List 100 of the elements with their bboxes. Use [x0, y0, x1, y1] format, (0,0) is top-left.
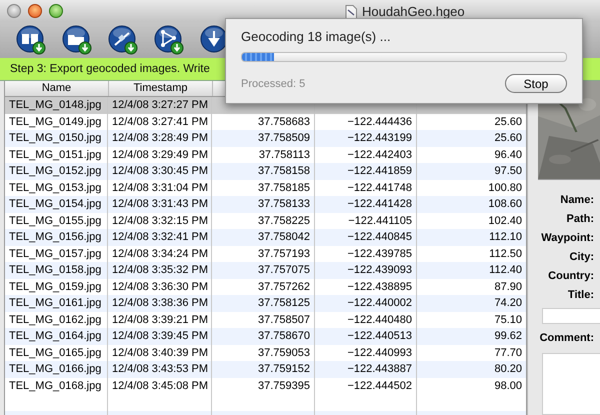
- table-cell: −122.439785: [347, 248, 412, 260]
- folder-import-button[interactable]: [62, 25, 92, 55]
- table-cell: 37.758225: [258, 214, 310, 226]
- table-cell: 37.758125: [258, 297, 310, 309]
- table-cell: −122.439093: [347, 264, 412, 276]
- table-cell: 12/4/08 3:27:27 PM: [108, 97, 212, 114]
- step-instruction: Step 3: Export geocoded images. Write: [10, 63, 210, 75]
- table-cell: TEL_MG_0148.jpg: [5, 97, 108, 114]
- table-row[interactable]: TEL_MG_0166.jpg 12/4/08 3:43:53 PM 37.759152 −122.443887 80.20: [5, 361, 526, 378]
- table-cell: −122.444502: [347, 380, 412, 392]
- table-cell: −122.440845: [347, 231, 412, 243]
- table-cell: 37.759053: [258, 346, 310, 358]
- field-label: Name:: [559, 194, 594, 208]
- table-cell: −122.440513: [347, 330, 412, 342]
- satellite-import-button[interactable]: [108, 25, 138, 55]
- table-cell: 12/4/08 3:31:43 PM: [108, 196, 212, 212]
- path-import-button[interactable]: [154, 25, 184, 55]
- field-label: Path:: [566, 213, 594, 227]
- table-row[interactable]: TEL_MG_0161.jpg 12/4/08 3:38:36 PM 37.758125 −122.440002 74.20: [5, 295, 526, 312]
- table-cell: 37.758133: [258, 198, 310, 210]
- table-cell: 25.60: [494, 116, 522, 128]
- table-cell: −122.441748: [347, 182, 412, 194]
- table-cell: 37.758670: [258, 330, 310, 342]
- progress-title: Geocoding 18 image(s) ...: [241, 29, 392, 44]
- table-cell: 112.50: [489, 248, 522, 260]
- table-cell: 37.759395: [258, 380, 310, 392]
- table-cell: 77.70: [494, 346, 522, 358]
- table-cell: 12/4/08 3:35:32 PM: [108, 262, 212, 278]
- table-cell: −122.441859: [347, 165, 412, 177]
- table-cell: 80.20: [494, 363, 522, 375]
- table-cell: 108.60: [488, 198, 522, 210]
- window-title: HoudahGeo.hgeo: [362, 4, 465, 19]
- table-cell: TEL_MG_0154.jpg: [5, 196, 108, 212]
- table-cell: 37.759152: [258, 363, 310, 375]
- table-row[interactable]: TEL_MG_0168.jpg 12/4/08 3:45:08 PM 37.759395 −122.444502 98.00: [5, 378, 526, 394]
- table-cell: 37.758042: [258, 231, 310, 243]
- table-cell: 25.60: [494, 132, 522, 144]
- table-cell: 37.757075: [258, 264, 310, 276]
- table-cell: 87.90: [494, 280, 522, 292]
- table-cell: −122.443887: [347, 363, 412, 375]
- table-cell: 37.758509: [258, 132, 310, 144]
- field-label: Waypoint:: [540, 232, 594, 246]
- table-cell: 102.40: [488, 214, 522, 226]
- table-cell: TEL_MG_0158.jpg: [5, 262, 108, 278]
- table-cell: 97.50: [494, 165, 522, 177]
- table-cell: 96.40: [494, 148, 522, 160]
- table-cell: 112.40: [489, 264, 522, 276]
- table-cell: 37.758683: [258, 116, 310, 128]
- zoom-button[interactable]: [49, 4, 63, 18]
- table-cell: −122.443199: [347, 132, 412, 144]
- table-cell: 37.757193: [258, 248, 310, 260]
- table-cell: 12/4/08 3:32:41 PM: [108, 229, 212, 246]
- table-cell: 37.758158: [258, 165, 310, 177]
- table-cell: −122.438895: [347, 280, 412, 292]
- table-cell: TEL_MG_0156.jpg: [5, 229, 108, 246]
- table-cell: 12/4/08 3:45:08 PM: [108, 378, 212, 394]
- comment-field[interactable]: [542, 353, 600, 415]
- field-label: Country:: [547, 270, 594, 284]
- close-button[interactable]: [7, 4, 21, 18]
- table-cell: 74.20: [494, 297, 522, 309]
- stop-button[interactable]: Stop: [505, 74, 567, 93]
- table-cell: TEL_MG_0164.jpg: [5, 328, 108, 344]
- table-row[interactable]: TEL_MG_0156.jpg 12/4/08 3:32:41 PM 37.758042 −122.440845 112.10: [5, 229, 526, 246]
- table-cell: TEL_MG_0166.jpg: [5, 361, 108, 378]
- table-row[interactable]: TEL_MG_0152.jpg 12/4/08 3:30:45 PM 37.758158 −122.441859 97.50: [5, 163, 526, 180]
- table-cell: 37.758185: [258, 182, 310, 194]
- progress-status: Processed: 5: [241, 78, 306, 90]
- table-cell: −122.440993: [347, 346, 412, 358]
- table-cell: TEL_MG_0161.jpg: [5, 295, 108, 312]
- table-cell: −122.440480: [347, 314, 412, 326]
- table-cell: 112.10: [489, 231, 522, 243]
- table-cell: 12/4/08 3:30:45 PM: [108, 163, 212, 180]
- book-import-button[interactable]: [16, 25, 46, 55]
- field-label: Comment:: [538, 332, 594, 346]
- table-cell: −122.441428: [347, 198, 412, 210]
- table-cell: 37.757262: [258, 280, 310, 292]
- table-cell: 75.10: [494, 314, 522, 326]
- column-header[interactable]: Timestamp: [109, 81, 213, 96]
- table-cell: 37.758507: [258, 314, 310, 326]
- table-row[interactable]: TEL_MG_0154.jpg 12/4/08 3:31:43 PM 37.758133 −122.441428 108.60: [5, 196, 526, 212]
- table-cell: 99.62: [494, 330, 522, 342]
- table-cell: 37.758113: [258, 148, 310, 160]
- table-cell: TEL_MG_0150.jpg: [5, 130, 108, 146]
- table-cell: −122.440002: [347, 297, 412, 309]
- field-label: Title:: [566, 289, 594, 303]
- field-label: City:: [568, 251, 594, 265]
- table-cell: TEL_MG_0152.jpg: [5, 163, 108, 180]
- table-cell: TEL_MG_0168.jpg: [5, 378, 108, 394]
- table-cell: 100.80: [488, 182, 522, 194]
- table-cell: −122.442403: [347, 148, 412, 160]
- table-row[interactable]: TEL_MG_0158.jpg 12/4/08 3:35:32 PM 37.757075 −122.439093 112.40: [5, 262, 526, 278]
- table-cell: 12/4/08 3:43:53 PM: [108, 361, 212, 378]
- table-cell: −122.441105: [348, 214, 412, 226]
- table-row[interactable]: TEL_MG_0150.jpg 12/4/08 3:28:49 PM 37.758509 −122.443199 25.60: [5, 130, 526, 146]
- table-row[interactable]: TEL_MG_0164.jpg 12/4/08 3:39:45 PM 37.758670 −122.440513 99.62: [5, 328, 526, 344]
- column-header[interactable]: Name: [5, 81, 109, 96]
- minimize-button[interactable]: [28, 4, 42, 18]
- table-cell: −122.444436: [347, 116, 412, 128]
- title-field[interactable]: [542, 308, 600, 324]
- table-cell: 12/4/08 3:39:45 PM: [108, 328, 212, 344]
